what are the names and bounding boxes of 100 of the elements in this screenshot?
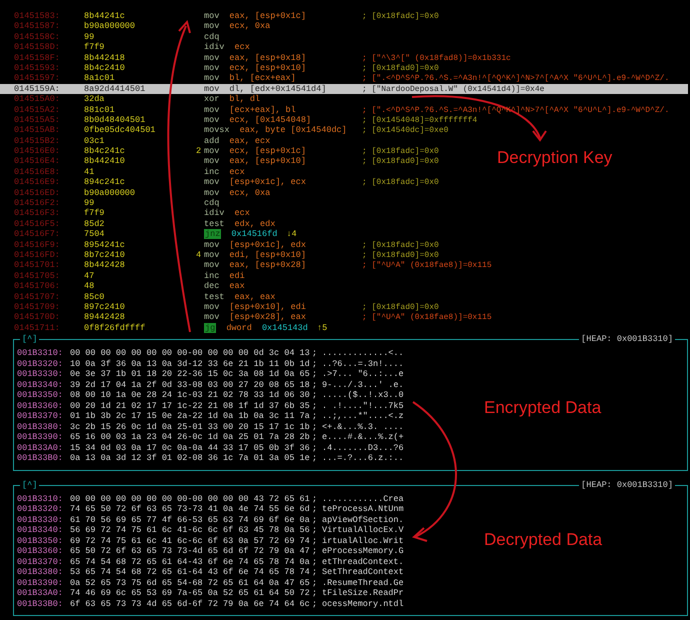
address-cell-text: 014515B2: [14,136,61,146]
operand-text: dword [226,322,252,333]
listing-row[interactable]: 014515A0: 32da xor bl, dl [0,94,362,105]
listing-row[interactable]: 0145159A: 8a92d4414501 mov dl, [edx+0x14541d4] ; ["NardooDeposal.W" (0x14541d4)]=0x4e [0,84,688,94]
address-cell-text: 001B3320: [17,358,64,370]
separator-mark: ; [312,556,318,568]
ascii-text: apViewOfSection. [322,514,404,526]
operand-text: eax [229,281,245,292]
bytes-cell-text: 48 [84,281,96,292]
listing-row[interactable]: 01451587: b90a000000 mov ecx, 0xa [0,21,362,32]
address-cell-text: 0145158D: [14,42,61,53]
listing-row[interactable]: 0145158F: 8b442418 mov eax, [esp+0x18] ; ["^\3^[" (0x18fad8)]=0x1b331c [0,52,511,63]
separator-mark: ; [312,504,318,515]
address-cell-text: 014516E0: [14,146,61,157]
listing-row[interactable]: 014516F2: 99 cdq [0,198,362,208]
ascii-text: VirtualAllocEx.V [322,525,404,536]
bytes-cell-text: 8b4c241c [84,146,126,156]
ascii-text: SetThreadContext [322,567,404,578]
listing-row[interactable]: 014516F5: 85d2 test edx, edx [0,218,362,230]
comment-text: ; ["^U^A" (0x18fae8)]=0x115 [362,261,492,270]
mnemonic-text: mov [204,52,220,63]
ascii-text: eProcessMemory.G [322,546,404,557]
listing-row[interactable]: 014516FD: 8b7c2410 4 mov edi, [esp+0x10] ; [0x18fad0]=0x0 [0,250,439,260]
ascii-text: .............<.. [322,348,404,359]
separator-mark: ; [312,494,318,504]
listing-row[interactable]: 01451707: 85c0 test eax, eax [0,292,362,302]
bytes-cell-text: 894c241c [84,177,126,188]
listing-row[interactable]: 014516ED: b90a000000 mov ecx, 0xa [0,188,362,198]
separator-mark: ; [312,380,318,390]
separator-mark: ; [312,358,318,370]
address-cell-text: 0145170D: [14,312,61,324]
address-cell-text: 001B3370: [17,411,64,422]
address-cell-text: 014515A2: [14,104,61,116]
operand-text: eax, [esp+0x1c] [229,11,306,21]
listing-row[interactable]: 01451711: 0f8f26fdffff jg dword 0x145143d ↑5 [0,322,362,334]
separator-mark: ; [312,432,318,443]
operand-text: ecx, 0xa [229,21,270,32]
listing-row[interactable]: 01451706: 48 dec eax [0,281,362,292]
bytes-cell-text: 99 [84,32,96,42]
listing-row[interactable]: 01451593: 8b4c2410 mov ecx, [esp+0x10] ; [0x18fad0]=0x0 [0,62,439,74]
listing-row[interactable]: 0145170D: 89442428 mov [esp+0x28], eax ; ["^U^A" (0x18fae8)]=0x115 [0,312,492,323]
address-cell-text: 001B3350: [17,390,64,401]
operand-text: [ecx+eax], bl [229,104,296,115]
listing-row[interactable]: 014516E0: 8b4c241c 2 mov ecx, [esp+0x1c] ; [0x18fadc]=0x0 [0,146,439,156]
separator-mark: ; [312,578,318,588]
ascii-text: .ResumeThread.Ge [322,578,404,588]
mnemonic-text: mov [204,11,220,21]
hex-bytes: 65 74 54 68 72 65 61 64-43 6f 6e 74 65 78 74 0a [70,556,311,568]
listing-row[interactable]: 014516F7: 7504 jnz 0x14516fd ↓4 [0,229,362,240]
bytes-cell-text: 8b442418 [84,52,126,64]
address-cell-text: 001B3310: [17,348,64,359]
listing-row[interactable]: 01451709: 897c2410 mov [esp+0x10], edi ; [0x18fad0]=0x0 [0,302,439,312]
mnemonic-text: dec [204,281,220,292]
address-cell-text: 01451587: [14,21,61,32]
listing-row[interactable]: 014516F3: f7f9 idiv ecx [0,208,362,219]
listing-row[interactable]: 01451701: 8b442428 mov eax, [esp+0x28] ; ["^U^A" (0x18fae8)]=0x115 [0,260,492,271]
operand-text: [esp+0x10], edi [229,302,306,312]
address-cell-text: 0145159A: [14,84,61,95]
address-cell-text: 001B3360: [17,546,64,557]
address-cell-text: 01451597: [14,73,61,85]
mnemonic-text: mov [204,312,220,322]
listing-row[interactable]: 0145158C: 99 cdq [0,32,362,42]
mnemonic-text: movsx [204,125,230,136]
hex-bytes: 74 46 69 6c 65 53 69 7a-65 0a 52 65 61 64 50 72 [70,588,311,599]
comment-text: ; [0x18fad0]=0x0 [362,64,439,73]
bytes-cell-text: 8b0d48404501 [84,114,146,126]
panel-title[interactable]: [^] [20,334,40,346]
panel-title[interactable]: [^] [20,480,40,491]
bytes-cell-text: 0fbe05dc404501 [84,125,156,137]
listing-row[interactable]: 014516E8: 41 inc ecx [0,166,362,178]
listing-row[interactable]: 014515A5: 8b0d48404501 mov ecx, [0x1454048] ; [0x1454048]=0xfffffff4 [0,114,478,126]
bytes-cell-text: 8b44241c [84,11,126,22]
listing-row[interactable]: 014516F9: 8954241c mov [esp+0x1c], edx ; [0x18fadc]=0x0 [0,240,439,250]
mnemonic-text: mov [204,21,220,32]
operand-text: bl, [ecx+eax] [229,73,296,84]
operand-text: edi [229,270,245,281]
annotation-label: Encrypted Data [484,398,602,418]
listing-row[interactable]: 01451705: 47 inc edi [0,270,362,282]
listing-row[interactable]: 01451597: 8a1c01 mov bl, [ecx+eax] ; [".<^D^S^P.?6.^S.=^A3n!^[^Q^K^]^N>7^[^A^X "6^U^L^].e9-^W^D^Z/. [0,73,670,84]
comment-text: ; ["^\3^[" (0x18fad8)]=0x1b331c [362,54,511,63]
annotation-label: Decryption Key [497,148,612,168]
listing-row[interactable]: 014516E9: 894c241c mov [esp+0x1c], ecx ; [0x18fadc]=0x0 [0,177,439,188]
mnemonic-text: cdq [204,32,220,42]
listing-row[interactable]: 014516E4: 8b442410 mov eax, [esp+0x10] ; [0x18fad0]=0x0 [0,156,439,167]
ascii-text: e....#.&...%.z(+ [322,432,404,443]
listing-row[interactable]: 0145158D: f7f9 idiv ecx [0,42,362,53]
bytes-cell-text: b90a000000 [84,21,136,32]
ascii-text: etThreadContext. [322,556,404,568]
hex-bytes: 00 00 00 00 00 00 00 00-00 00 00 00 43 72 65 61 [70,494,311,504]
hex-bytes: 56 69 72 74 75 61 6c 41-6c 6c 6f 63 45 78 0a 56 [70,525,311,536]
operand-text: eax, eax [234,292,276,302]
jump-ref: ↓4 [286,229,297,240]
address-cell-text: 014516F2: [14,198,61,208]
heap-label: [HEAP: 0x001B3310] [579,480,675,491]
listing-row[interactable]: 01451583: 8b44241c mov eax, [esp+0x1c] ; [0x18fadc]=0x0 [0,11,439,22]
mnemonic-text: mov [204,114,220,125]
listing-row[interactable]: 014515AB: 0fbe05dc404501 movsx eax, byte [0x14540dc] ; [0x14540dc]=0xe0 [0,125,448,136]
listing-row[interactable]: 014515B2: 03c1 add eax, ecx [0,136,362,146]
hex-bytes: 65 16 00 03 1a 23 04 26-0c 1d 0a 25 01 7a 28 2b [70,432,311,443]
hex-bytes: 0e 3e 37 1b 01 18 20 22-36 15 0c 3a 08 1d 0a 65 [70,369,311,380]
